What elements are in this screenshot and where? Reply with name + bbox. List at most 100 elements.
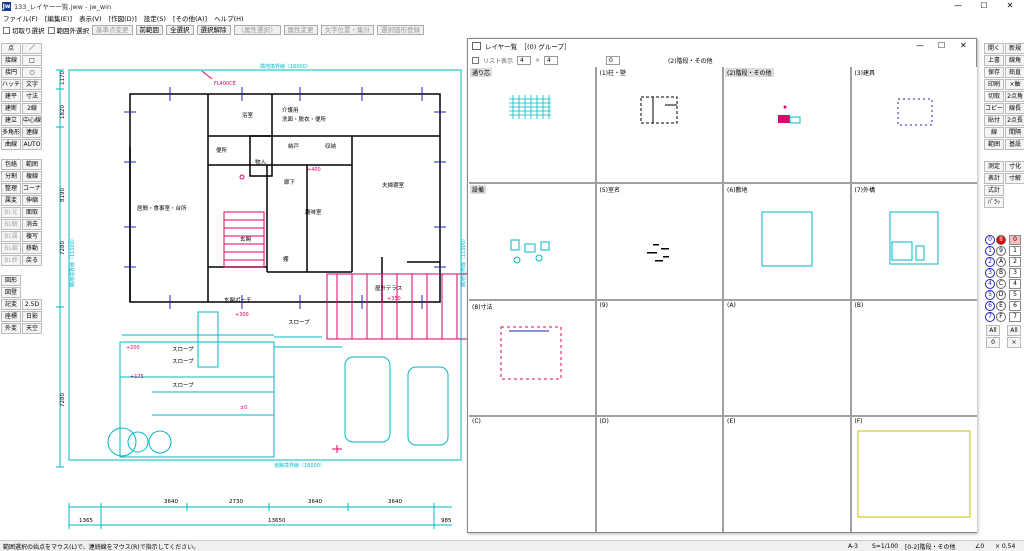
layer-num-button-3[interactable]: 3 <box>1009 268 1021 278</box>
right-tool-1-0[interactable]: 線角 <box>1005 55 1024 66</box>
left-tool-9-1[interactable]: 範囲 <box>22 159 42 170</box>
layer-num-button-7[interactable]: 7 <box>1009 312 1021 322</box>
right-tool-10-1[interactable]: 表計 <box>984 173 1004 184</box>
left-tool-5-1[interactable]: 2線 <box>22 103 42 114</box>
layer-cell-10[interactable]: (A) <box>724 300 850 416</box>
layer-cell-11[interactable]: (B) <box>851 300 977 416</box>
left-tool-20-0[interactable]: 記変 <box>1 299 21 310</box>
right-tool-1-1[interactable]: 上書 <box>984 55 1004 66</box>
layer-button-6[interactable]: E <box>996 301 1006 311</box>
layer-button-0[interactable]: 8 <box>996 235 1006 245</box>
layer-button-7[interactable]: F <box>996 312 1006 322</box>
left-tool-16-0[interactable]: BL編 <box>1 243 21 254</box>
left-tool-7-0[interactable]: 多角形 <box>1 127 21 138</box>
status-scale[interactable]: S=1/100 <box>872 543 898 550</box>
right-tool-5-1[interactable]: コピー <box>984 103 1004 114</box>
cut-select-checkbox[interactable]: 切取り選択 <box>3 25 45 35</box>
left-tool-4-0[interactable]: 建平 <box>1 91 21 102</box>
left-tool-10-1[interactable]: 複線 <box>22 171 42 182</box>
right-tool-3-0[interactable]: ×軸 <box>1005 79 1024 90</box>
left-tool-22-1[interactable]: 天空 <box>22 323 42 334</box>
layer-num-button-5[interactable]: 5 <box>1009 290 1021 300</box>
char-pos-button[interactable]: 文字位置・集計 <box>320 25 374 35</box>
layer-close-button[interactable]: ✕ <box>960 41 967 50</box>
layer-group-button-5[interactable]: 5 <box>985 290 995 300</box>
attr-change-button[interactable]: 属性変更 <box>283 25 318 35</box>
base-change-button[interactable]: 基準点変更 <box>92 25 133 35</box>
left-tool-0-1[interactable]: ／ <box>22 43 42 54</box>
menu-other[interactable]: [その他(A)] <box>173 13 207 23</box>
layer-group-button-1[interactable]: 1 <box>985 246 995 256</box>
deselect-button[interactable]: 選択解除 <box>196 25 231 35</box>
layer-cell-8[interactable]: (8)寸法 <box>469 300 595 416</box>
cols-spinner[interactable]: 4 <box>517 55 532 65</box>
layer-cell-2[interactable]: (2)階段・その他 <box>724 67 850 182</box>
left-tool-8-0[interactable]: 曲線 <box>1 139 21 150</box>
left-tool-13-1[interactable]: 面取 <box>22 207 42 218</box>
range-outside-checkbox[interactable]: 範囲外選択 <box>47 25 89 35</box>
menu-edit[interactable]: [編集(E)] <box>45 13 72 23</box>
left-tool-1-1[interactable]: □ <box>22 55 42 66</box>
right-tool-6-0[interactable]: 2点長 <box>1005 115 1024 126</box>
right-tool-2-1[interactable]: 保存 <box>984 67 1004 78</box>
left-tool-0-0[interactable]: 点 <box>1 43 21 54</box>
left-tool-15-0[interactable]: BL属 <box>1 231 21 242</box>
left-tool-18-0[interactable]: 図形 <box>1 275 21 286</box>
layer-max-button[interactable]: ☐ <box>938 41 945 50</box>
left-tool-1-0[interactable]: 接線 <box>1 55 21 66</box>
right-tool-8-1[interactable]: 範囲 <box>984 139 1004 150</box>
left-tool-2-0[interactable]: 接円 <box>1 67 21 78</box>
right-tool-0-1[interactable]: 開く <box>984 43 1004 54</box>
right-tool-8-0[interactable]: 基設 <box>1005 139 1024 150</box>
layer-cell-12[interactable]: (C) <box>469 417 595 532</box>
right-tool-6-1[interactable]: 貼付 <box>984 115 1004 126</box>
prev-range-button[interactable]: 前範囲 <box>135 25 163 35</box>
layer-cell-14[interactable]: (E) <box>724 417 850 532</box>
right-tool-9-0[interactable]: 寸化 <box>1005 161 1024 172</box>
right-tool-11-1[interactable]: 式計 <box>984 185 1004 196</box>
right-tool-3-1[interactable]: 印刷 <box>984 79 1004 90</box>
layer-group-button-3[interactable]: 3 <box>985 268 995 278</box>
layer-num-button-4[interactable]: 4 <box>1009 279 1021 289</box>
group-spinner[interactable]: 0 <box>606 55 621 65</box>
layer-group-button-4[interactable]: 4 <box>985 279 995 289</box>
left-tool-4-1[interactable]: 寸法 <box>22 91 42 102</box>
layer-button-2[interactable]: A <box>996 257 1006 267</box>
minimize-button[interactable]: — <box>948 0 968 12</box>
layer-cell-0[interactable]: 通り芯 <box>469 67 595 182</box>
all-group-button[interactable]: All <box>986 325 1000 336</box>
left-tool-17-1[interactable]: 戻る <box>22 255 42 266</box>
cross-button[interactable]: × <box>1007 337 1021 348</box>
select-all-button[interactable]: 全選択 <box>166 25 194 35</box>
right-tool-0-0[interactable]: 新規 <box>1005 43 1024 54</box>
attr-select-button[interactable]: 〈属性選択〉 <box>233 25 281 35</box>
layer-group-button-6[interactable]: 6 <box>985 301 995 311</box>
menu-draw[interactable]: [作図(D)] <box>109 13 137 23</box>
right-tool-7-1[interactable]: 線 <box>984 127 1004 138</box>
left-tool-21-0[interactable]: 座標 <box>1 311 21 322</box>
left-tool-16-1[interactable]: 移動 <box>22 243 42 254</box>
left-tool-19-0[interactable]: 図登 <box>1 287 21 298</box>
left-tool-2-1[interactable]: ○ <box>22 67 42 78</box>
menu-settings[interactable]: 設定(S) <box>144 13 166 23</box>
layer-cell-9[interactable]: (9) <box>596 300 722 416</box>
menu-file[interactable]: ファイル(F) <box>3 13 38 23</box>
rows-spinner[interactable]: 4 <box>544 55 559 65</box>
left-tool-8-1[interactable]: AUTO <box>22 139 42 150</box>
right-tool-9-1[interactable]: 測定 <box>984 161 1004 172</box>
left-tool-11-0[interactable]: 整理 <box>1 183 21 194</box>
left-tool-3-0[interactable]: ハッチ <box>1 79 21 90</box>
left-tool-22-0[interactable]: 外変 <box>1 323 21 334</box>
layer-cell-3[interactable]: (3)建具 <box>851 67 977 182</box>
layer-num-button-2[interactable]: 2 <box>1009 257 1021 267</box>
right-tool-12-1[interactable]: ﾊﾟﾗｯ <box>984 197 1004 208</box>
right-tool-4-1[interactable]: 切取 <box>984 91 1004 102</box>
all-layer-button[interactable]: All <box>1007 325 1021 336</box>
left-tool-21-1[interactable]: 日影 <box>22 311 42 322</box>
layer-cell-4[interactable]: 設備 <box>469 183 595 299</box>
layer-group-button-7[interactable]: 7 <box>985 312 995 322</box>
layer-cell-1[interactable]: (1)柱・壁 <box>596 67 722 182</box>
layer-cell-7[interactable]: (7)外構 <box>851 183 977 299</box>
layer-button-3[interactable]: B <box>996 268 1006 278</box>
list-display-checkbox[interactable] <box>472 56 479 64</box>
